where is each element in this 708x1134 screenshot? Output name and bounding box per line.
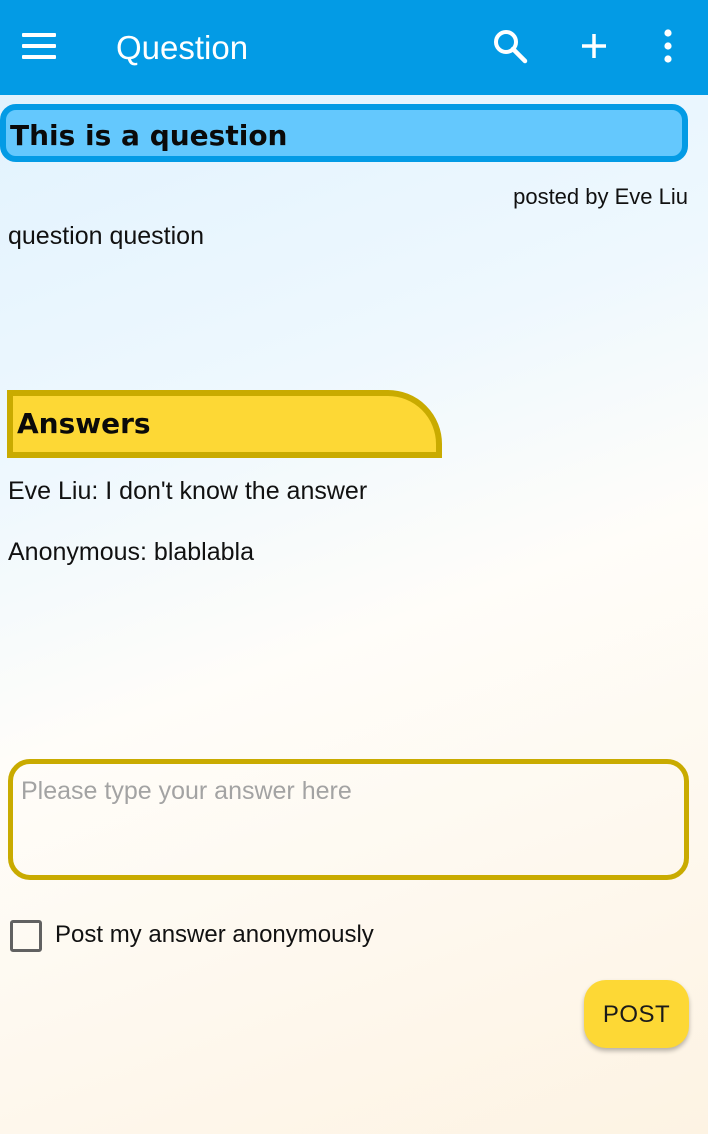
menu-icon[interactable] <box>22 33 56 59</box>
question-title: This is a question <box>10 119 288 152</box>
answer-item: Anonymous: blablabla <box>8 538 254 566</box>
add-icon[interactable] <box>574 26 614 66</box>
anonymous-checkbox-label[interactable]: Post my answer anonymously <box>55 920 374 950</box>
answer-input[interactable] <box>8 759 689 880</box>
posted-by-label: posted by Eve Liu <box>513 184 688 209</box>
question-title-box: This is a question <box>0 104 688 162</box>
question-body: question question <box>8 222 204 250</box>
search-icon[interactable] <box>490 26 530 66</box>
page-title: Question <box>116 29 249 66</box>
answers-title: Answers <box>17 407 151 440</box>
more-vert-icon[interactable] <box>648 26 688 66</box>
post-button[interactable]: POST <box>584 980 689 1048</box>
answer-item: Eve Liu: I don't know the answer <box>8 477 368 505</box>
answers-header: Answers <box>7 390 442 458</box>
app-bar: Question <box>0 0 708 95</box>
anonymous-checkbox[interactable] <box>10 920 42 952</box>
